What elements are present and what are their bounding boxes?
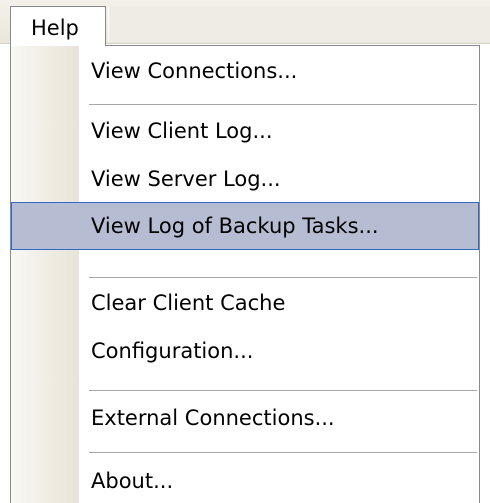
menu-item-icon-slot (11, 156, 79, 202)
menu-item-configuration[interactable]: Configuration... (11, 328, 479, 374)
menu-item-label: About... (91, 469, 174, 493)
menu-item-label: View Connections... (91, 59, 298, 83)
menu-item-icon-slot (11, 458, 79, 503)
menu-item-icon-slot (11, 328, 79, 374)
screenshot-stage: Help View Connections... View Client Log… (0, 0, 490, 503)
menu-bar-empty-area (108, 6, 490, 42)
menu-item-label: View Log of Backup Tasks... (91, 214, 379, 238)
menu-item-view-server-log[interactable]: View Server Log... (11, 156, 479, 202)
menu-item-external-connections[interactable]: External Connections... (11, 395, 479, 441)
menu-item-icon-slot (12, 203, 80, 249)
menu-separator (89, 277, 477, 278)
menu-item-label: External Connections... (91, 406, 335, 430)
menu-item-view-connections[interactable]: View Connections... (11, 48, 479, 94)
menu-item-label: View Server Log... (91, 167, 281, 191)
menu-separator (89, 390, 477, 391)
menu-separator (89, 452, 477, 453)
menu-item-view-log-of-backup-tasks[interactable]: View Log of Backup Tasks... (11, 202, 479, 250)
menu-item-icon-slot (11, 395, 79, 441)
menu-item-view-client-log[interactable]: View Client Log... (11, 108, 479, 154)
menu-item-icon-slot (11, 280, 79, 326)
menu-item-clear-client-cache[interactable]: Clear Client Cache (11, 280, 479, 326)
menu-item-about[interactable]: About... (11, 458, 479, 503)
menu-item-label: Configuration... (91, 339, 254, 363)
menu-item-icon-slot (11, 48, 79, 94)
help-menu-button[interactable]: Help (10, 6, 106, 46)
help-dropdown-menu: View Connections... View Client Log... V… (10, 45, 480, 503)
menu-separator (89, 104, 477, 105)
menu-item-label: Clear Client Cache (91, 291, 286, 315)
menu-item-icon-slot (11, 108, 79, 154)
help-menu-label: Help (31, 16, 79, 40)
menu-item-label: View Client Log... (91, 119, 273, 143)
